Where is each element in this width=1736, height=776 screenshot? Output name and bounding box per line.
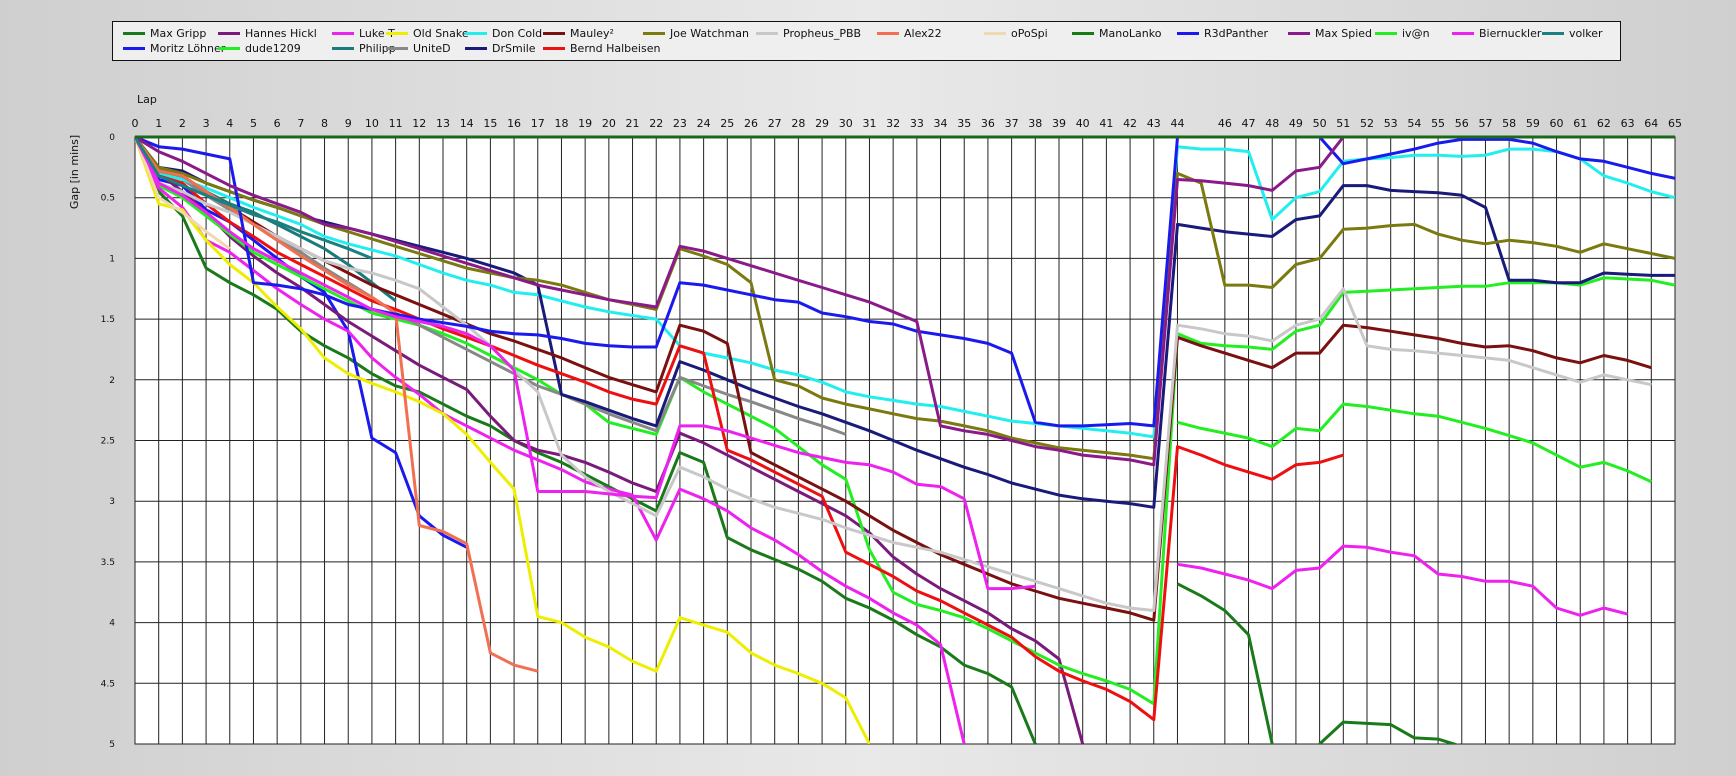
- x-tick-label: 49: [1289, 117, 1303, 130]
- y-tick-label: 4.5: [101, 679, 115, 689]
- x-tick-label: 42: [1123, 117, 1137, 130]
- x-tick-label: 0: [132, 117, 139, 130]
- x-tick-label: 31: [862, 117, 876, 130]
- x-tick-label: 15: [483, 117, 497, 130]
- y-tick-label: 3: [109, 497, 115, 507]
- x-tick-label: 34: [934, 117, 948, 130]
- x-tick-label: 19: [578, 117, 592, 130]
- x-tick-label: 13: [436, 117, 450, 130]
- x-tick-label: 44: [1170, 117, 1184, 130]
- x-tick-label: 9: [345, 117, 352, 130]
- gap-chart: 0 1 2 3 4 5 6 7 8 9 10 11 12 13 14 15 16 17 18 19 20 21 22 23 24…: [68, 93, 1682, 750]
- chart-grid: [134, 136, 1676, 745]
- x-axis-label: Lap: [137, 93, 157, 106]
- x-tick-label: 63: [1621, 117, 1635, 130]
- x-tick-label: 2: [179, 117, 186, 130]
- x-tick-label: 59: [1526, 117, 1540, 130]
- x-tick-label: 62: [1597, 117, 1611, 130]
- x-tick-label: 16: [507, 117, 521, 130]
- x-tick-label: 6: [274, 117, 281, 130]
- x-tick-label: 3: [203, 117, 210, 130]
- x-tick-label: 10: [365, 117, 379, 130]
- x-tick-label: 56: [1455, 117, 1469, 130]
- x-tick-label: 39: [1052, 117, 1066, 130]
- x-tick-label: 12: [412, 117, 426, 130]
- x-tick-label: 43: [1147, 117, 1161, 130]
- x-tick-label: 51: [1336, 117, 1350, 130]
- x-tick-label: 40: [1076, 117, 1090, 130]
- x-tick-label: 52: [1360, 117, 1374, 130]
- y-axis-label: Gap [in mins]: [68, 135, 81, 209]
- x-tick-label: 41: [1099, 117, 1113, 130]
- x-tick-label: 65: [1668, 117, 1682, 130]
- x-tick-label: 21: [626, 117, 640, 130]
- y-tick-label: 3.5: [101, 558, 115, 568]
- x-tick-label: 30: [839, 117, 853, 130]
- y-tick-label: 2: [109, 376, 115, 386]
- x-tick-label: 64: [1644, 117, 1658, 130]
- y-tick-label: 1: [109, 254, 115, 264]
- x-tick-label: 26: [744, 117, 758, 130]
- y-tick-label: 4: [109, 619, 115, 629]
- x-tick-label: 32: [886, 117, 900, 130]
- x-tick-label: 5: [250, 117, 257, 130]
- x-tick-label: 47: [1242, 117, 1256, 130]
- y-tick-label: 0: [109, 133, 115, 143]
- x-tick-label: 48: [1265, 117, 1279, 130]
- x-tick-label: 11: [389, 117, 403, 130]
- x-tick-label: 18: [554, 117, 568, 130]
- x-tick-label: 4: [226, 117, 233, 130]
- y-tick-label: 0.5: [101, 194, 115, 204]
- x-tick-label: 20: [602, 117, 616, 130]
- x-tick-label: 38: [1028, 117, 1042, 130]
- x-tick-label: 28: [791, 117, 805, 130]
- x-tick-label: 7: [297, 117, 304, 130]
- x-tick-label: 36: [981, 117, 995, 130]
- x-tick-label: 54: [1407, 117, 1421, 130]
- x-tick-label: 53: [1384, 117, 1398, 130]
- x-tick-label: 22: [649, 117, 663, 130]
- x-tick-label: 50: [1313, 117, 1327, 130]
- x-tick-label: 58: [1502, 117, 1516, 130]
- x-tick-label: 33: [910, 117, 924, 130]
- y-tick-label: 2.5: [101, 437, 115, 447]
- x-tick-label: 37: [1005, 117, 1019, 130]
- x-tick-label: 35: [957, 117, 971, 130]
- x-tick-label: 25: [720, 117, 734, 130]
- x-tick-label: 23: [673, 117, 687, 130]
- x-tick-label: 14: [460, 117, 474, 130]
- x-tick-label: 46: [1218, 117, 1232, 130]
- x-tick-label: 17: [531, 117, 545, 130]
- x-tick-label: 29: [815, 117, 829, 130]
- x-tick-label: 8: [321, 117, 328, 130]
- x-tick-label: 61: [1573, 117, 1587, 130]
- x-tick-label: 27: [768, 117, 782, 130]
- y-tick-label: 1.5: [101, 315, 115, 325]
- x-tick-label: 60: [1550, 117, 1564, 130]
- y-tick-label: 5: [109, 740, 115, 750]
- x-tick-label: 24: [697, 117, 711, 130]
- x-tick-label: 57: [1478, 117, 1492, 130]
- x-tick-label: 55: [1431, 117, 1445, 130]
- x-tick-label: 1: [155, 117, 162, 130]
